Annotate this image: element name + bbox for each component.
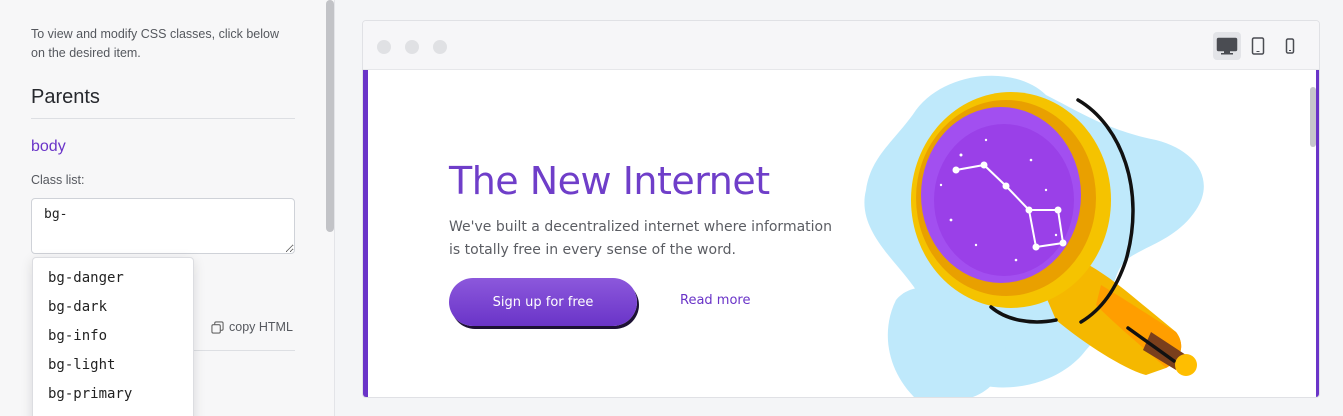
parents-heading: Parents [31,86,100,108]
telescope-illustration [864,75,1204,397]
device-desktop-button[interactable] [1213,32,1241,60]
panel-scrollbar[interactable] [326,0,334,232]
divider [181,350,295,351]
copy-html-label: copy HTML [229,320,293,334]
device-mobile-button[interactable] [1276,32,1304,60]
copy-icon [211,320,224,334]
suggestion-item[interactable]: bg-info [33,322,193,351]
class-suggestions-dropdown: bg-danger bg-dark bg-info bg-light bg-pr… [32,257,194,416]
preview-scrollbar[interactable] [1310,87,1316,147]
window-dot [377,40,391,54]
preview-viewport: The New Internet We've built a decentral… [363,70,1319,397]
desktop-icon [1216,37,1238,55]
preview-window: The New Internet We've built a decentral… [362,20,1320,398]
tablet-icon [1251,37,1265,55]
hero-description: We've built a decentralized internet whe… [449,219,832,258]
suggestion-item[interactable]: bg-light [33,351,193,380]
mobile-icon [1285,38,1295,54]
device-tablet-button[interactable] [1244,32,1272,60]
preview-titlebar [363,21,1319,70]
copy-html-button[interactable]: copy HTML [211,320,293,334]
divider [31,118,295,119]
suggestion-item[interactable]: bg-primary [33,380,193,409]
parent-link-body[interactable]: body [31,138,66,156]
suggestion-item[interactable]: bg-dark [33,293,193,322]
panel-hint: To view and modify CSS classes, click be… [31,27,280,60]
class-list-input[interactable]: bg- [31,198,295,254]
hero-title: The New Internet [449,159,770,203]
window-dot [405,40,419,54]
read-more-link[interactable]: Read more [680,293,750,308]
class-list-label: Class list: [31,173,85,187]
signup-button[interactable]: Sign up for free [449,278,637,326]
window-dot [433,40,447,54]
suggestion-item[interactable]: bg-danger [33,264,193,293]
